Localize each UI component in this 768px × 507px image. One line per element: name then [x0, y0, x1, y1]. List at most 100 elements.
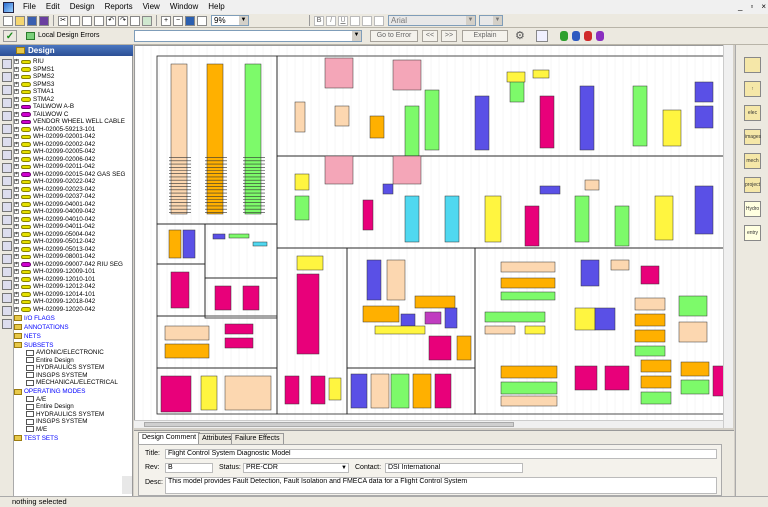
component-block[interactable] [614, 205, 630, 247]
tree-node[interactable]: + WH-02099-12009-101 [14, 268, 132, 276]
component-block[interactable] [294, 101, 306, 133]
tree-leaf[interactable]: AVIONIC/ELECTRONIC [14, 349, 132, 357]
expand-icon[interactable]: + [14, 126, 19, 132]
tool-strip-icon[interactable] [2, 319, 12, 329]
component-block[interactable] [654, 195, 674, 241]
tree-section[interactable]: OPERATING MODES [14, 388, 132, 396]
menu-design[interactable]: Design [65, 0, 100, 14]
component-block[interactable] [224, 375, 272, 411]
tool-strip-icon[interactable] [2, 72, 12, 82]
component-block[interactable] [334, 105, 350, 127]
component-block[interactable] [392, 59, 422, 91]
explain-button[interactable]: Explain [462, 30, 508, 42]
tree-node[interactable]: + WH-02099-12010-101 [14, 276, 132, 284]
tree-section[interactable]: NETS [14, 333, 132, 341]
component-block[interactable] [694, 81, 714, 103]
component-block[interactable] [404, 195, 420, 243]
tree-node[interactable]: + RIU [14, 58, 132, 66]
tree-node[interactable]: + SPMS3 [14, 81, 132, 89]
tree-leaf[interactable]: MECHANICAL/ELECTRICAL [14, 379, 132, 387]
tree-node[interactable]: + STMA2 [14, 96, 132, 104]
menu-view[interactable]: View [138, 0, 165, 14]
component-block[interactable] [224, 337, 254, 349]
component-block[interactable] [424, 89, 440, 151]
menu-reports[interactable]: Reports [100, 0, 138, 14]
zoom-fit-icon[interactable] [185, 15, 195, 26]
expand-icon[interactable]: + [14, 141, 19, 147]
expand-icon[interactable]: + [14, 89, 19, 95]
expand-icon[interactable]: + [14, 164, 19, 170]
component-block[interactable] [500, 291, 556, 301]
component-block[interactable] [594, 307, 616, 331]
component-block[interactable] [168, 229, 182, 259]
expand-icon[interactable]: + [14, 134, 19, 140]
expand-icon[interactable]: + [14, 209, 19, 215]
canvas-horizontal-scrollbar[interactable] [134, 420, 723, 428]
run-red-icon[interactable] [584, 31, 592, 41]
component-block[interactable] [369, 115, 385, 139]
expand-icon[interactable]: + [14, 216, 19, 222]
expand-icon[interactable]: + [14, 299, 19, 305]
expand-icon[interactable]: + [14, 261, 19, 267]
tree-node[interactable]: + WH-02099-04011-042 [14, 223, 132, 231]
palette-entry-icon[interactable]: entry [744, 225, 761, 241]
expand-icon[interactable]: + [14, 81, 19, 87]
component-block[interactable] [680, 379, 710, 395]
zoom-in-icon[interactable]: + [161, 15, 171, 26]
run-purple-icon[interactable] [596, 31, 604, 41]
component-block[interactable] [574, 307, 596, 331]
component-block[interactable] [386, 259, 406, 301]
component-block[interactable] [370, 373, 390, 409]
component-block[interactable] [400, 313, 416, 327]
component-block[interactable] [474, 95, 490, 151]
component-block[interactable] [424, 311, 442, 325]
palette-hydro-icon[interactable]: Hydro [744, 201, 761, 217]
component-block[interactable] [324, 155, 354, 185]
component-block[interactable] [574, 365, 598, 391]
palette-up-icon[interactable]: ↑ [744, 81, 761, 97]
component-block[interactable] [170, 271, 190, 309]
report-icon[interactable] [536, 30, 548, 42]
tool-strip-icon[interactable] [2, 254, 12, 264]
component-block[interactable] [328, 377, 342, 401]
align-center-icon[interactable] [362, 15, 372, 26]
component-block[interactable] [310, 375, 326, 405]
component-block[interactable] [324, 57, 354, 89]
component-block[interactable] [242, 285, 260, 311]
component-block[interactable] [390, 373, 410, 409]
tree-node[interactable]: + WH-02099-05013-042 [14, 246, 132, 254]
tool-strip-icon[interactable] [2, 176, 12, 186]
copy-icon[interactable] [70, 15, 80, 26]
component-block[interactable] [164, 343, 210, 359]
component-block[interactable] [539, 185, 561, 195]
expand-icon[interactable]: + [14, 156, 19, 162]
component-block[interactable] [296, 273, 320, 355]
subsystem-frame[interactable] [204, 223, 278, 279]
component-block[interactable] [640, 375, 672, 389]
component-block[interactable] [584, 179, 600, 191]
zoom-window-icon[interactable] [197, 15, 207, 26]
zoom-select[interactable]: 9% ▼ [211, 15, 249, 26]
component-block[interactable] [580, 259, 600, 287]
expand-icon[interactable]: + [14, 201, 19, 207]
tool-strip-icon[interactable] [2, 150, 12, 160]
component-block[interactable] [524, 205, 540, 247]
tree-leaf[interactable]: Entire Design [14, 403, 132, 411]
error-select[interactable]: ▼ [134, 30, 362, 42]
tool-strip-icon[interactable] [2, 280, 12, 290]
expand-icon[interactable]: + [14, 74, 19, 80]
expand-icon[interactable]: + [14, 111, 19, 117]
cut-icon[interactable]: ✂ [58, 15, 68, 26]
component-block[interactable] [634, 329, 666, 343]
component-block[interactable] [284, 375, 300, 405]
tool-strip-icon[interactable] [2, 228, 12, 238]
tool-strip-icon[interactable] [2, 215, 12, 225]
menu-file[interactable]: File [18, 0, 41, 14]
expand-icon[interactable]: + [14, 186, 19, 192]
tool-strip-icon[interactable] [2, 124, 12, 134]
component-block[interactable] [414, 295, 456, 309]
expand-icon[interactable]: + [14, 194, 19, 200]
new-file-icon[interactable] [3, 15, 13, 26]
tree-section[interactable]: TEST SETS [14, 435, 132, 443]
tool-strip-icon[interactable] [2, 202, 12, 212]
